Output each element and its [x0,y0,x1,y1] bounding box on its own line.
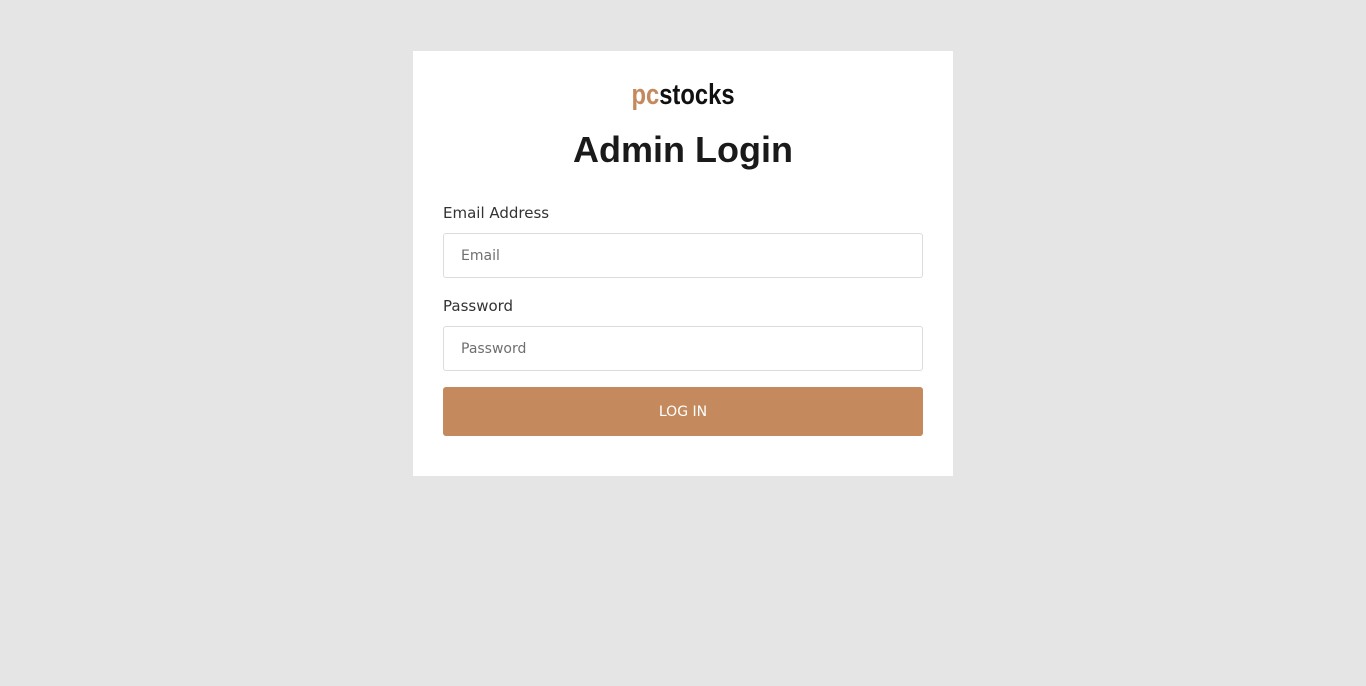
page-title: Admin Login [573,129,793,170]
login-card: pcstocks Admin Login Email Address Passw… [413,51,953,476]
password-label: Password [443,297,514,315]
password-field[interactable] [443,326,923,371]
logo-accent-text: pc [631,79,660,111]
pcstocks-logo: pcstocks [462,78,905,112]
logo-main-text: stocks [659,79,735,111]
email-field[interactable] [443,233,923,278]
email-label: Email Address [443,204,550,222]
login-button[interactable]: LOG IN [443,387,923,436]
